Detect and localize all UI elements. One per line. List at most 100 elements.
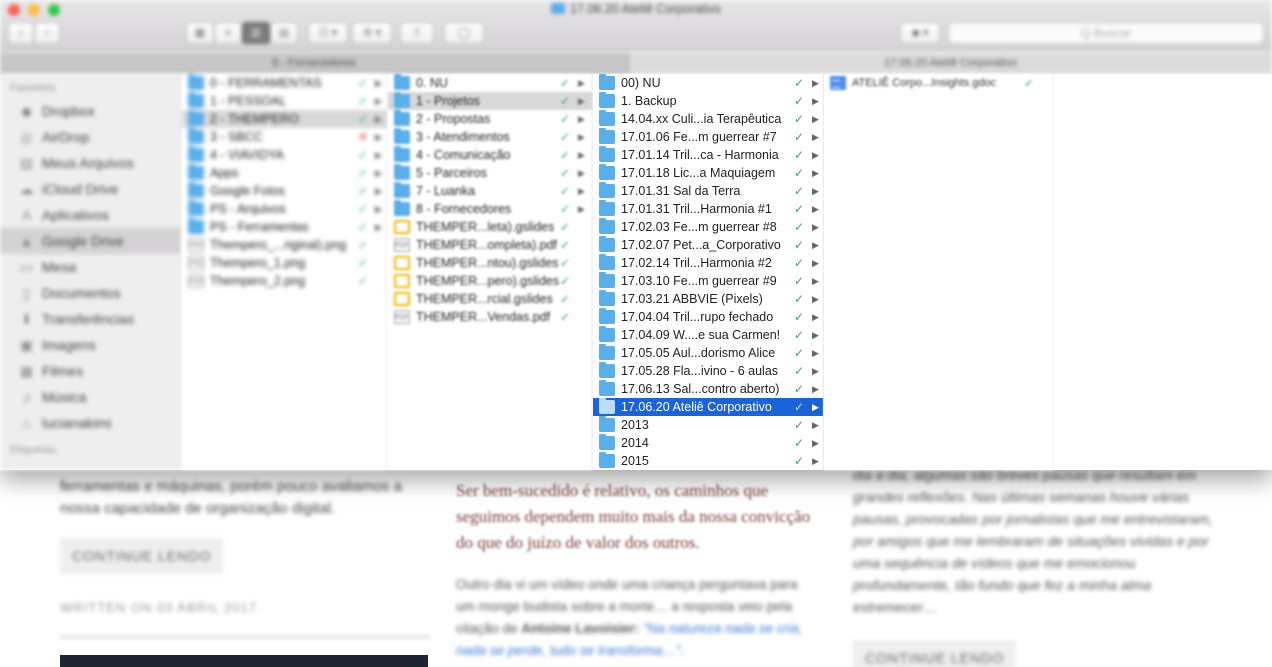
folder-row[interactable]: 17.02.14 Tril...Harmonia #2 ✓ ▶ (593, 254, 823, 272)
item-name: 2015 (621, 454, 649, 468)
folder-row[interactable]: Apps ✓ ▶ (182, 164, 387, 182)
folder-row[interactable]: 17.04.09 W....e sua Carmen! ✓ ▶ (593, 326, 823, 344)
sidebar-item-airdrop[interactable]: ◎ AirDrop (0, 124, 181, 150)
folder-row[interactable]: 1 - Projetos ✓ ▶ (388, 92, 592, 110)
sidebar-item-imagens[interactable]: ▣ Imagens (0, 332, 181, 358)
sidebar-item-meus-arquivos[interactable]: ▤ Meus Arquivos (0, 150, 181, 176)
file-row[interactable]: THEMPER...pero).gslides ✓ (388, 272, 592, 290)
sidebar-item-aplicativos[interactable]: A Aplicativos (0, 202, 181, 228)
column-view-button[interactable]: ▥ (242, 22, 270, 44)
arrange-button[interactable]: ☷ ▾ (308, 22, 348, 44)
sidebar-item-documentos[interactable]: ▯ Documentos (0, 280, 181, 306)
folder-row[interactable]: 4 - VIAVIDYA ✓ ▶ (182, 146, 387, 164)
folder-row[interactable]: PS - Arquivos ✓ ▶ (182, 200, 387, 218)
sidebar-item-lucianakimi[interactable]: ⌂ lucianakimi (0, 410, 181, 436)
forward-button[interactable]: › (34, 22, 60, 44)
icon-view-button[interactable]: ▦ (186, 22, 214, 44)
folder-icon (551, 3, 566, 14)
folder-row[interactable]: 17.06.13 Sal...contro aberto) ✓ ▶ (593, 380, 823, 398)
folder-row[interactable]: 2 - Propostas ✓ ▶ (388, 110, 592, 128)
folder-row[interactable]: 17.03.10 Fe...m guerrear #9 ✓ ▶ (593, 272, 823, 290)
cover-flow-view-button[interactable]: ▤ (270, 22, 298, 44)
sync-ok-checkmark-icon: ✓ (794, 436, 805, 450)
file-row[interactable]: PNG Thempero_2.png ✓ (182, 272, 387, 290)
folder-row[interactable]: 14.04.xx Culi...ia Terapêutica ✓ ▶ (593, 110, 823, 128)
folder-row[interactable]: 2 - THEMPERO ✓ ▶ (182, 110, 387, 128)
dropbox-menu-button[interactable]: ◆ ▾ (900, 22, 940, 44)
sync-ok-checkmark-icon: ✓ (358, 274, 369, 288)
back-button[interactable]: ‹ (8, 22, 34, 44)
sidebar-item-m-sica[interactable]: ♫ Música (0, 384, 181, 410)
sidebar-item-dropbox[interactable]: ◆ Dropbox (0, 98, 181, 124)
folder-row[interactable]: 3 - Atendimentos ✓ ▶ (388, 128, 592, 146)
sync-ok-checkmark-icon: ✓ (794, 256, 805, 270)
sidebar-item-label: Transferências (42, 311, 135, 327)
folder-icon (188, 164, 204, 180)
action-gear-button[interactable]: ⚙ ▾ (352, 22, 392, 44)
folder-row[interactable]: 17.04.04 Tril...rupo fechado ✓ ▶ (593, 308, 823, 326)
sync-ok-checkmark-icon: ✓ (1024, 76, 1035, 90)
continue-reading-button[interactable]: CONTINUE LENDO (853, 640, 1017, 667)
folder-row[interactable]: 0. NU ✓ ▶ (388, 74, 592, 92)
file-row[interactable]: ATELIÊ Corpo...Insights.gdoc ✓ (824, 74, 1053, 92)
folder-row[interactable]: 1 - PESSOAL ✓ ▶ (182, 92, 387, 110)
file-row[interactable]: PDF THEMPER...ompleta).pdf ✓ (388, 236, 592, 254)
file-row[interactable]: THEMPER...ntou).gslides ✓ (388, 254, 592, 272)
file-row[interactable]: THEMPER...rcial.gslides ✓ (388, 290, 592, 308)
item-name: ATELIÊ Corpo...Insights.gdoc (852, 77, 997, 89)
file-row[interactable]: PNG Thempero_...riginal).png ✓ (182, 236, 387, 254)
continue-reading-button[interactable]: CONTINUE LENDO (60, 538, 224, 574)
folder-row[interactable]: 2014 ✓ ▶ (593, 434, 823, 452)
folder-row[interactable]: 17.02.07 Pet...a_Corporativo ✓ ▶ (593, 236, 823, 254)
folder-row[interactable]: 17.01.31 Tril...Harmonia #1 ✓ ▶ (593, 200, 823, 218)
folder-row[interactable]: 17.01.14 Tril...ca - Harmonia ✓ ▶ (593, 146, 823, 164)
folder-row[interactable]: 8 - Fornecedores ✓ ▶ (388, 200, 592, 218)
post-thumbnail[interactable] (60, 655, 428, 667)
list-view-button[interactable]: ≡ (214, 22, 242, 44)
folder-row[interactable]: 4 - Comunicação ✓ ▶ (388, 146, 592, 164)
folder-row[interactable]: PS - Ferramentas ✓ ▶ (182, 218, 387, 236)
folder-icon (599, 398, 615, 414)
folder-row[interactable]: 7 - Luanka ✓ ▶ (388, 182, 592, 200)
share-button[interactable]: ⇧ (400, 22, 434, 44)
item-name: 17.06.13 Sal...contro aberto) (621, 382, 780, 396)
tags-button[interactable]: ◯ (444, 22, 484, 44)
sidebar-item-transfer-ncias[interactable]: ⬇ Transferências (0, 306, 181, 332)
tab-fornecedores[interactable]: 8 - Fornecedores (0, 52, 628, 74)
folder-row[interactable]: 1. Backup ✓ ▶ (593, 92, 823, 110)
sidebar-item-filmes[interactable]: ▦ Filmes (0, 358, 181, 384)
sidebar-item-google-drive[interactable]: ▲ Google Drive (0, 228, 181, 254)
folder-row[interactable]: 17.02.03 Fe...m guerrear #8 ✓ ▶ (593, 218, 823, 236)
folder-row[interactable]: 0 - FERRAMENTAS ✓ ▶ (182, 74, 387, 92)
file-row[interactable]: PNG Thempero_1.png ✓ (182, 254, 387, 272)
sync-ok-checkmark-icon: ✓ (794, 76, 805, 90)
folder-row[interactable]: Google Fotos ✓ ▶ (182, 182, 387, 200)
sidebar-item-icloud-drive[interactable]: ☁ iCloud Drive (0, 176, 181, 202)
tab-atelie-corporativo[interactable]: 17.06.20 Ateliê Corporativo (628, 52, 1272, 74)
folder-row[interactable]: 00) NU ✓ ▶ (593, 74, 823, 92)
folder-icon (599, 308, 615, 324)
item-name: 1 - PESSOAL (210, 94, 287, 108)
disclosure-arrow-icon: ▶ (578, 114, 585, 124)
folder-row[interactable]: 17.01.31 Sal da Terra ✓ ▶ (593, 182, 823, 200)
sidebar-item-mesa[interactable]: ▭ Mesa (0, 254, 181, 280)
folder-row[interactable]: 17.03.21 ABBVIE (Pixels) ✓ ▶ (593, 290, 823, 308)
folder-row[interactable]: 2015 ✓ ▶ (593, 452, 823, 470)
folder-row[interactable]: 17.06.20 Ateliê Corporativo ✓ ▶ (593, 398, 823, 416)
item-name: 17.06.20 Ateliê Corporativo (621, 400, 772, 414)
search-input[interactable]: Q Buscar (948, 22, 1264, 44)
sidebar-heading-tags: Etiquetas (10, 444, 56, 456)
folder-row[interactable]: 17.05.05 Aul...dorismo Alice ✓ ▶ (593, 344, 823, 362)
finder-window: 17.06.20 Ateliê Corporativo ‹ › ▦ ≡ ▥ ▤ … (0, 0, 1272, 470)
folder-row[interactable]: 5 - Parceiros ✓ ▶ (388, 164, 592, 182)
disclosure-arrow-icon: ▶ (375, 150, 382, 160)
folder-row[interactable]: 17.01.18 Lic...a Maquiagem ✓ ▶ (593, 164, 823, 182)
file-row[interactable]: PDF THEMPER...Vendas.pdf ✓ (388, 308, 592, 326)
folder-row[interactable]: 3 - SBCC ✕ ▶ (182, 128, 387, 146)
folder-row[interactable]: 17.05.28 Fla...ivino - 6 aulas ✓ ▶ (593, 362, 823, 380)
item-name: 17.01.06 Fe...m guerrear #7 (621, 130, 777, 144)
file-row[interactable]: THEMPER...leta).gslides ✓ (388, 218, 592, 236)
folder-row[interactable]: 2013 ✓ ▶ (593, 416, 823, 434)
sync-ok-checkmark-icon: ✓ (560, 292, 571, 306)
folder-row[interactable]: 17.01.06 Fe...m guerrear #7 ✓ ▶ (593, 128, 823, 146)
